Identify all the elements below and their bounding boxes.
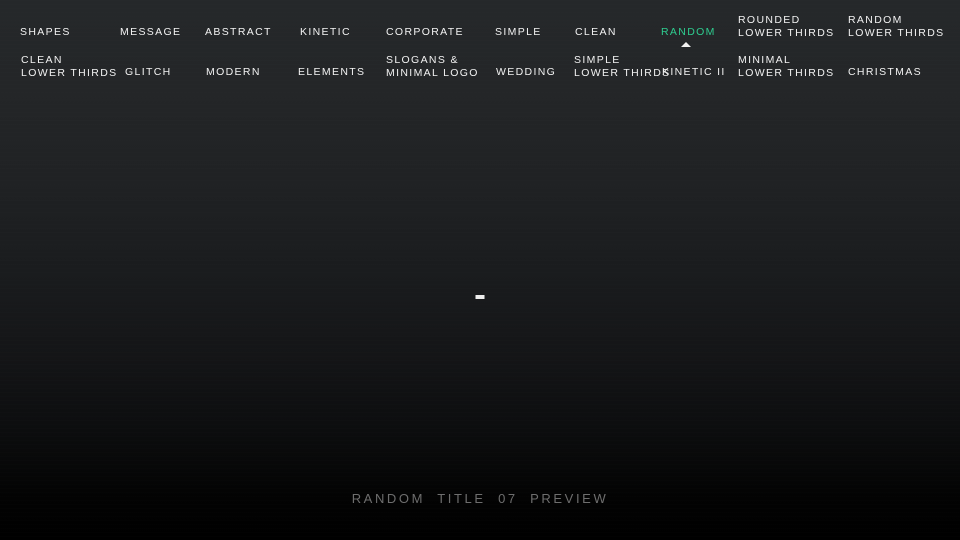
active-category-marker-icon bbox=[681, 42, 691, 47]
nav-item-kinetic-ii[interactable]: KINETIC II bbox=[662, 66, 726, 79]
category-row-secondary: CLEAN LOWER THIRDS GLITCH MODERN ELEMENT… bbox=[0, 52, 960, 86]
nav-item-simple[interactable]: SIMPLE bbox=[495, 26, 542, 39]
nav-item-wedding[interactable]: WEDDING bbox=[496, 66, 556, 79]
nav-item-rounded-lower-thirds[interactable]: ROUNDED LOWER THIRDS bbox=[738, 14, 835, 39]
nav-item-slogans-minimal-logo[interactable]: SLOGANS & MINIMAL LOGO bbox=[386, 54, 479, 79]
nav-item-minimal-lower-thirds[interactable]: MINIMAL LOWER THIRDS bbox=[738, 54, 835, 79]
category-row-primary: SHAPES MESSAGE ABSTRACT KINETIC CORPORAT… bbox=[0, 14, 960, 50]
nav-item-simple-lower-thirds[interactable]: SIMPLE LOWER THIRDS bbox=[574, 54, 671, 79]
preview-caption: RANDOM TITLE 07 PREVIEW bbox=[351, 491, 609, 506]
nav-item-shapes[interactable]: SHAPES bbox=[20, 26, 71, 39]
nav-item-abstract[interactable]: ABSTRACT bbox=[205, 26, 272, 39]
nav-item-kinetic[interactable]: KINETIC bbox=[300, 26, 351, 39]
category-navigation: SHAPES MESSAGE ABSTRACT KINETIC CORPORAT… bbox=[0, 0, 960, 92]
nav-item-modern[interactable]: MODERN bbox=[206, 66, 261, 79]
nav-item-elements[interactable]: ELEMENTS bbox=[298, 66, 365, 79]
nav-item-message[interactable]: MESSAGE bbox=[120, 26, 181, 39]
nav-item-christmas[interactable]: CHRISTMAS bbox=[848, 66, 922, 79]
preview-app: SHAPES MESSAGE ABSTRACT KINETIC CORPORAT… bbox=[0, 0, 960, 540]
preview-stage[interactable]: RANDOM TITLE 07 PREVIEW bbox=[0, 92, 960, 540]
nav-item-glitch[interactable]: GLITCH bbox=[125, 66, 172, 79]
nav-item-random[interactable]: RANDOM bbox=[661, 26, 716, 39]
nav-item-corporate[interactable]: CORPORATE bbox=[386, 26, 464, 39]
nav-item-random-lower-thirds[interactable]: RANDOM LOWER THIRDS bbox=[848, 14, 945, 39]
nav-item-clean-lower-thirds[interactable]: CLEAN LOWER THIRDS bbox=[21, 54, 118, 79]
title-placeholder-marker bbox=[475, 295, 485, 299]
nav-item-clean[interactable]: CLEAN bbox=[575, 26, 617, 39]
